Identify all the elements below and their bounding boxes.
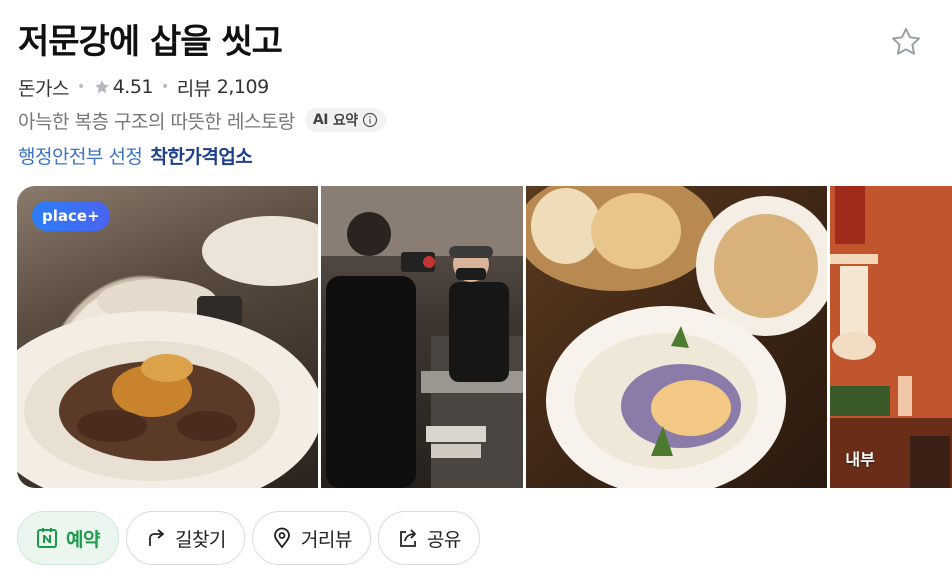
location-pin-icon [271, 527, 293, 549]
action-bar: 예약 길찾기 거리뷰 공유 [17, 511, 480, 565]
naver-booking-icon [36, 527, 58, 549]
gov-selection-label: 행정안전부 선정 [18, 145, 143, 168]
interior-label: 내부 [845, 450, 875, 469]
share-icon [397, 527, 419, 549]
info-icon [362, 112, 378, 128]
place-title: 저문강에 삽을 씻고 [18, 22, 283, 62]
place-plus-badge: place+ [32, 201, 110, 231]
favorite-star-button[interactable] [886, 22, 926, 62]
reserve-button[interactable]: 예약 [17, 511, 119, 565]
photo-kitchen-filming[interactable] [321, 186, 524, 488]
reserve-label: 예약 [66, 528, 100, 551]
ai-chip-label: AI [312, 112, 329, 128]
directions-arrow-icon [145, 527, 167, 549]
rating-value: 4.51 [112, 76, 154, 98]
separator-dot: • [161, 79, 169, 95]
separator-dot: • [76, 79, 85, 95]
photo-pasta-dish[interactable]: place+ [17, 186, 319, 488]
description-text: 아늑한 복층 구조의 따뜻한 레스토랑 [18, 110, 295, 133]
food-photo-art [526, 186, 828, 488]
kitchen-photo-art [321, 186, 524, 488]
ai-summary-chip[interactable]: AI 요약 [304, 108, 386, 132]
place-description: 아늑한 복층 구조의 따뜻한 레스토랑 AI 요약 [18, 106, 386, 134]
photo-bread-salad-soup[interactable] [526, 186, 828, 488]
category-text: 돈가스 [18, 77, 69, 100]
share-label: 공유 [426, 528, 461, 551]
place-meta: 돈가스 • 4.51 • 리뷰 2,109 [18, 74, 269, 100]
photo-gallery: place+ 내부 [17, 186, 952, 488]
ai-chip-text: 요약 [332, 113, 358, 129]
gov-selection[interactable]: 행정안전부 선정 착한가격업소 [18, 142, 253, 168]
interior-photo-art [830, 186, 952, 488]
rating-star-icon [93, 78, 111, 96]
review-label[interactable]: 리뷰 [177, 74, 211, 101]
photo-interior[interactable]: 내부 [830, 186, 952, 488]
good-price-badge: 착한가격업소 [150, 145, 253, 168]
street-view-button[interactable]: 거리뷰 [251, 511, 371, 565]
street-view-label: 거리뷰 [300, 528, 352, 551]
directions-label: 길찾기 [174, 528, 226, 551]
share-button[interactable]: 공유 [377, 511, 480, 565]
pasta-photo-art [17, 216, 319, 488]
star-outline-icon [891, 27, 921, 55]
review-count[interactable]: 2,109 [217, 76, 269, 98]
directions-button[interactable]: 길찾기 [125, 511, 245, 565]
